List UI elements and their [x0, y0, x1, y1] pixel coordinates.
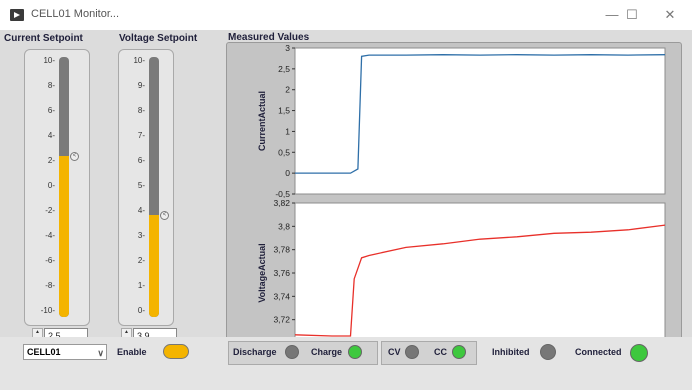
voltage-actual-y-axis-label: VoltageActual: [257, 243, 267, 302]
discharge-indicator: [285, 345, 299, 359]
current-actual-y-tick-label: 0: [285, 168, 290, 178]
current-actual-plot-area: [294, 47, 666, 195]
voltage-actual-y-tick-label: 3,78: [273, 245, 290, 255]
current-tick-label: -8-: [45, 281, 55, 290]
charge-label: Charge: [311, 347, 343, 357]
voltage-tick-label: 4-: [137, 206, 145, 215]
current-actual-y-tick-label: 0,5: [278, 147, 290, 157]
current-tick-label: 10-: [43, 56, 55, 65]
title-bar: CELL01 Monitor... — ☐ ✕: [0, 0, 692, 30]
voltage-tick-label: 5-: [137, 181, 145, 190]
current-tick-label: -6-: [45, 256, 55, 265]
voltage-tick-label: 0-: [137, 306, 145, 315]
chevron-down-icon: ∨: [97, 348, 104, 358]
enable-label: Enable: [117, 347, 147, 357]
current-tick-label: 6-: [47, 106, 55, 115]
cv-label: CV: [388, 347, 401, 357]
connected-indicator: [630, 344, 648, 362]
maximize-button[interactable]: ☐: [617, 6, 647, 24]
voltage-tick-label: 7-: [137, 131, 145, 140]
voltage-actual-y-tick-label: 3,76: [273, 268, 290, 278]
inhibited-label: Inhibited: [492, 347, 530, 357]
discharge-label: Discharge: [233, 347, 277, 357]
voltage-tick-label: 3-: [137, 231, 145, 240]
voltage-tick-label: 10-: [133, 56, 145, 65]
current-tick-label: -10-: [40, 306, 55, 315]
voltage-tick-label: 2-: [137, 256, 145, 265]
voltage-actual-y-tick-label: 3,72: [273, 315, 290, 325]
app-icon: [10, 9, 24, 21]
voltage-setpoint-label: Voltage Setpoint: [119, 33, 198, 44]
status-bar: CELL01 ∨ Enable Discharge Charge CV CC I…: [0, 337, 692, 390]
cc-indicator: [452, 345, 466, 359]
window-title: CELL01 Monitor...: [31, 8, 120, 20]
current-tick-label: -2-: [45, 206, 55, 215]
current-tick-label: -4-: [45, 231, 55, 240]
current-actual-y-tick-label: 2,5: [278, 64, 290, 74]
measured-values-charts: 32,521,510,50-0,5CurrentActual3,823,83,7…: [257, 43, 666, 348]
current-actual-y-axis-label: CurrentActual: [257, 91, 267, 151]
current-actual-y-tick-label: 2: [285, 85, 290, 95]
current-tick-label: 8-: [47, 81, 55, 90]
current-setpoint-label: Current Setpoint: [4, 33, 83, 44]
connected-label: Connected: [575, 347, 622, 357]
charge-indicator: [348, 345, 362, 359]
voltage-tick-label: 9-: [137, 81, 145, 90]
voltage-actual-y-tick-label: 3,74: [273, 291, 290, 301]
voltage-actual-y-tick-label: 3,82: [273, 198, 290, 208]
cc-label: CC: [434, 347, 447, 357]
current-setpoint-pointer[interactable]: <: [70, 151, 79, 161]
voltage-tick-label: 6-: [137, 156, 145, 165]
voltage-setpoint-slider[interactable]: [149, 57, 159, 317]
measured-values-panel: 3 2,5 2 1,5 1 0,5 0 -0,5 CurrentActual 3,82 3,8 3,7…: [226, 42, 682, 354]
voltage-tick-label: 1-: [137, 281, 145, 290]
current-tick-label: 0-: [47, 181, 55, 190]
voltage-setpoint-pointer[interactable]: <: [160, 210, 169, 220]
cv-indicator: [405, 345, 419, 359]
enable-toggle[interactable]: [163, 344, 189, 359]
close-button[interactable]: ✕: [655, 6, 685, 24]
current-tick-label: 4-: [47, 131, 55, 140]
voltage-actual-y-tick-label: 3,8: [278, 221, 290, 231]
cell-select-value: CELL01: [27, 347, 61, 357]
current-setpoint-fill: [59, 155, 69, 317]
current-actual-y-tick-label: 1,5: [278, 106, 290, 116]
voltage-setpoint-fill: [149, 214, 159, 317]
voltage-actual-plot-area: [294, 202, 666, 344]
current-actual-y-tick-label: 3: [285, 43, 290, 53]
current-actual-y-tick-label: 1: [285, 126, 290, 136]
main-panel: Current Setpoint 10- 8- 6- 4- 2- 0- -2- -4- -6- -…: [0, 30, 692, 390]
current-setpoint-slider[interactable]: [59, 57, 69, 317]
cell-select[interactable]: CELL01 ∨: [23, 344, 107, 360]
voltage-tick-label: 8-: [137, 106, 145, 115]
inhibited-indicator: [540, 344, 556, 360]
current-tick-label: 2-: [47, 156, 55, 165]
